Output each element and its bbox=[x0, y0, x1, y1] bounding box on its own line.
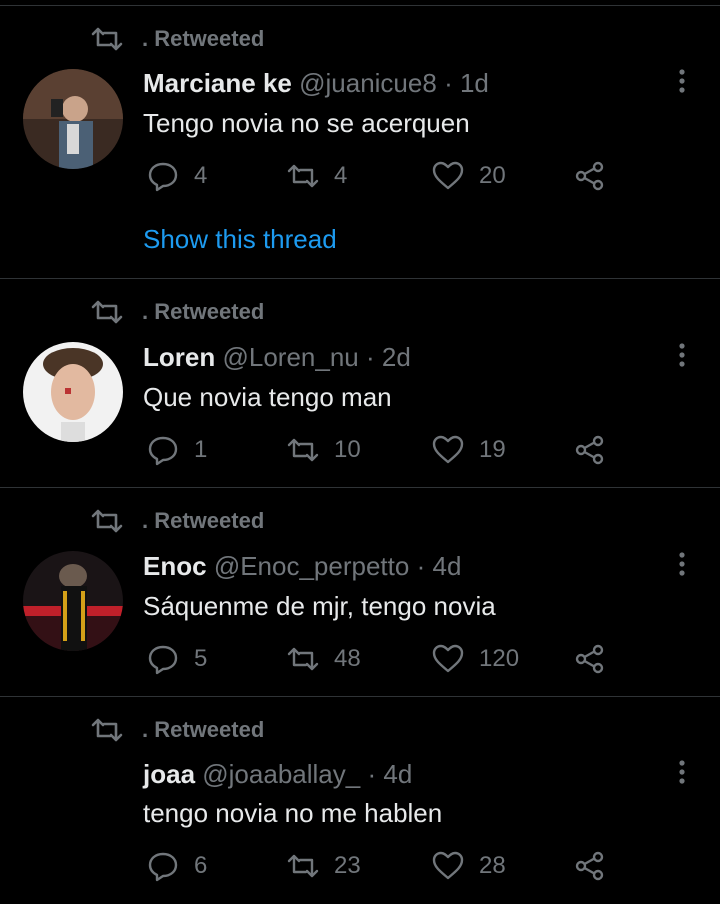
retweet-icon bbox=[91, 718, 123, 742]
retweet-icon bbox=[91, 300, 123, 324]
display-name[interactable]: Enoc bbox=[143, 551, 207, 581]
retweet-button[interactable]: 10 bbox=[286, 430, 361, 470]
reply-icon bbox=[148, 162, 178, 192]
tweet-text: tengo novia no me hablen bbox=[143, 798, 443, 828]
share-button[interactable] bbox=[573, 430, 607, 470]
tweet-4[interactable]: . Retweeted joaa @joaaballay_ · 4d tengo… bbox=[0, 697, 720, 904]
more-options-icon[interactable] bbox=[670, 758, 694, 788]
share-icon bbox=[575, 161, 604, 191]
tweet-header: Loren @Loren_nu · 2d bbox=[143, 342, 411, 373]
tweet-text: Tengo novia no se acerquen bbox=[143, 108, 470, 138]
display-name[interactable]: Marciane ke bbox=[143, 68, 292, 98]
share-button[interactable] bbox=[573, 156, 607, 196]
retweet-icon bbox=[91, 27, 123, 51]
timeline-feed: . Retweeted Marciane ke @juanicue8 · 1d … bbox=[0, 0, 720, 904]
share-icon bbox=[575, 644, 604, 674]
more-options-icon[interactable] bbox=[670, 341, 694, 371]
retweet-button[interactable]: 48 bbox=[286, 639, 361, 679]
tweet-header: joaa @joaaballay_ · 4d bbox=[143, 759, 412, 790]
separator-dot: · bbox=[365, 342, 375, 372]
share-icon bbox=[575, 851, 604, 881]
user-handle[interactable]: @juanicue8 bbox=[299, 68, 437, 98]
heart-icon bbox=[432, 161, 464, 190]
like-count: 19 bbox=[479, 436, 506, 463]
reply-icon bbox=[148, 852, 178, 882]
like-button[interactable]: 20 bbox=[431, 156, 506, 196]
avatar[interactable] bbox=[23, 551, 123, 651]
timestamp[interactable]: 2d bbox=[382, 342, 411, 372]
more-options-icon[interactable] bbox=[670, 550, 694, 580]
display-name[interactable]: joaa bbox=[143, 759, 195, 789]
retweet-count: 10 bbox=[334, 436, 361, 463]
reply-icon bbox=[148, 645, 178, 675]
retweet-icon bbox=[287, 647, 319, 671]
reply-count: 6 bbox=[194, 852, 208, 879]
separator-dot: · bbox=[444, 68, 453, 98]
retweet-icon bbox=[287, 164, 319, 188]
user-handle[interactable]: @Loren_nu bbox=[222, 342, 358, 372]
timestamp[interactable]: 4d bbox=[432, 551, 461, 581]
reply-button[interactable]: 6 bbox=[146, 846, 207, 886]
retweet-count: 48 bbox=[334, 645, 361, 672]
separator-dot: · bbox=[416, 551, 426, 581]
like-count: 20 bbox=[479, 162, 506, 189]
display-name[interactable]: Loren bbox=[143, 342, 215, 372]
timestamp[interactable]: 1d bbox=[460, 68, 489, 98]
tweet-header: Enoc @Enoc_perpetto · 4d bbox=[143, 551, 461, 582]
retweeted-label: . Retweeted bbox=[142, 299, 265, 324]
retweeted-label: . Retweeted bbox=[142, 26, 265, 51]
retweet-count: 4 bbox=[334, 162, 348, 189]
reply-button[interactable]: 4 bbox=[146, 156, 207, 196]
like-count: 28 bbox=[479, 852, 506, 879]
tweet-header: Marciane ke @juanicue8 · 1d bbox=[143, 68, 489, 99]
share-button[interactable] bbox=[573, 639, 607, 679]
more-options-icon[interactable] bbox=[670, 67, 694, 97]
share-button[interactable] bbox=[573, 846, 607, 886]
heart-icon bbox=[432, 644, 464, 673]
heart-icon bbox=[432, 435, 464, 464]
tweet-3[interactable]: . Retweeted Enoc @Enoc_perpetto · 4d Sáq… bbox=[0, 488, 720, 696]
like-count: 120 bbox=[479, 645, 520, 672]
user-handle[interactable]: @Enoc_perpetto bbox=[214, 551, 410, 581]
retweet-indicator: . Retweeted bbox=[90, 297, 264, 327]
retweet-indicator: . Retweeted bbox=[90, 715, 264, 745]
tweet-text: Sáquenme de mjr, tengo novia bbox=[143, 591, 496, 621]
retweet-count: 23 bbox=[334, 852, 361, 879]
tweet-1[interactable]: . Retweeted Marciane ke @juanicue8 · 1d … bbox=[0, 0, 720, 278]
separator-dot: · bbox=[367, 759, 377, 789]
retweet-icon bbox=[91, 509, 123, 533]
reply-icon bbox=[148, 436, 178, 466]
retweet-indicator: . Retweeted bbox=[90, 24, 264, 54]
retweet-button[interactable]: 23 bbox=[286, 846, 361, 886]
like-button[interactable]: 19 bbox=[431, 430, 506, 470]
retweeted-label: . Retweeted bbox=[142, 717, 265, 742]
reply-count: 4 bbox=[194, 162, 208, 189]
share-icon bbox=[575, 435, 604, 465]
avatar[interactable] bbox=[23, 69, 123, 169]
tweet-text: Que novia tengo man bbox=[143, 382, 392, 412]
reply-count: 1 bbox=[194, 436, 208, 463]
show-thread-link[interactable]: Show this thread bbox=[143, 224, 337, 255]
timestamp[interactable]: 4d bbox=[383, 759, 412, 789]
tweet-actions: 5 48 120 bbox=[143, 639, 623, 679]
like-button[interactable]: 120 bbox=[431, 639, 519, 679]
retweet-icon bbox=[287, 854, 319, 878]
reply-count: 5 bbox=[194, 645, 208, 672]
like-button[interactable]: 28 bbox=[431, 846, 506, 886]
retweet-indicator: . Retweeted bbox=[90, 506, 264, 536]
retweet-icon bbox=[287, 438, 319, 462]
heart-icon bbox=[432, 851, 464, 880]
retweet-button[interactable]: 4 bbox=[286, 156, 347, 196]
tweet-actions: 4 4 20 bbox=[143, 156, 623, 196]
retweeted-label: . Retweeted bbox=[142, 508, 265, 533]
reply-button[interactable]: 5 bbox=[146, 639, 207, 679]
avatar[interactable] bbox=[23, 342, 123, 442]
tweet-actions: 6 23 28 bbox=[143, 846, 623, 886]
tweet-2[interactable]: . Retweeted Loren @Loren_nu · 2d Que nov… bbox=[0, 279, 720, 487]
tweet-actions: 1 10 19 bbox=[143, 430, 623, 470]
user-handle[interactable]: @joaaballay_ bbox=[202, 759, 360, 789]
reply-button[interactable]: 1 bbox=[146, 430, 207, 470]
